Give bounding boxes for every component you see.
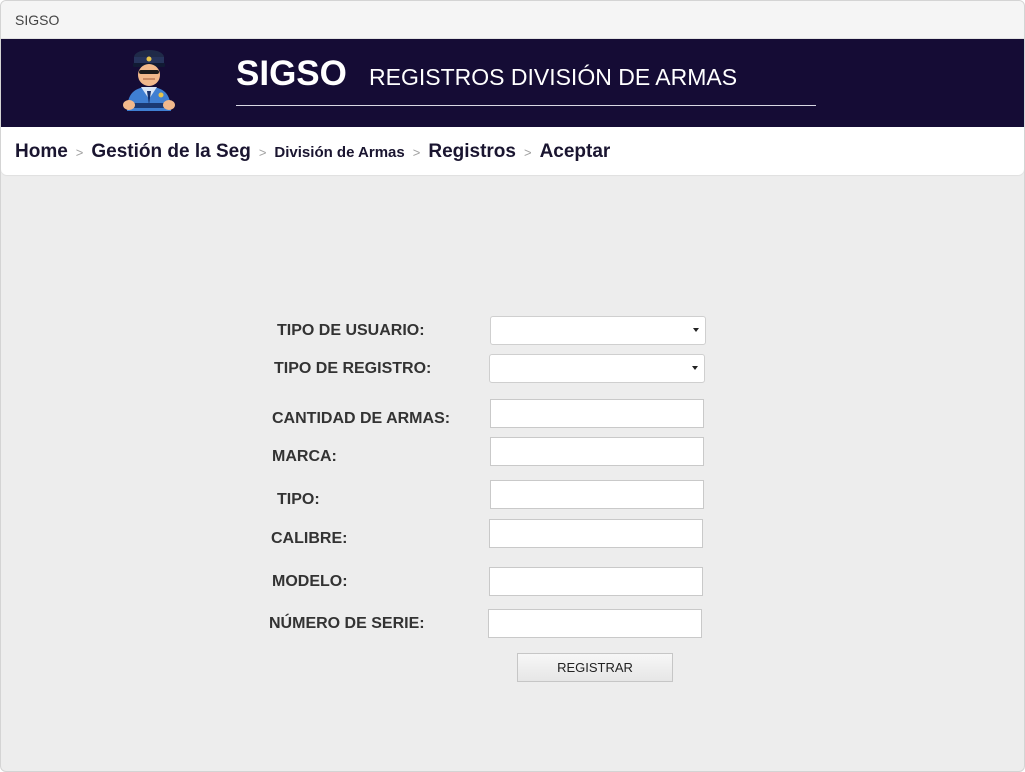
- page-subtitle: REGISTROS DIVISIÓN DE ARMAS: [369, 64, 738, 90]
- calibre-input[interactable]: [489, 519, 703, 548]
- breadcrumb-division-armas[interactable]: División de Armas: [274, 144, 404, 161]
- tipo-usuario-select[interactable]: [490, 316, 706, 345]
- chevron-down-icon: [693, 328, 699, 332]
- breadcrumb-gestion[interactable]: Gestión de la Seg: [91, 141, 250, 163]
- window-title: SIGSO: [15, 12, 60, 28]
- breadcrumb-home[interactable]: Home: [15, 141, 68, 163]
- registrar-button[interactable]: REGISTRAR: [517, 653, 673, 682]
- marca-label: MARCA:: [272, 448, 337, 465]
- breadcrumb-separator: >: [412, 145, 421, 160]
- modelo-input[interactable]: [489, 567, 703, 596]
- cantidad-armas-label: CANTIDAD DE ARMAS:: [272, 410, 451, 427]
- breadcrumb-bar: Home > Gestión de la Seg > División de A…: [1, 127, 1024, 175]
- tipo-input[interactable]: [490, 480, 704, 509]
- tipo-usuario-label: TIPO DE USUARIO:: [277, 322, 425, 339]
- calibre-label: CALIBRE:: [271, 530, 348, 547]
- brand-title: SIGSO: [236, 54, 347, 93]
- numero-serie-label: NÚMERO DE SERIE:: [269, 615, 425, 632]
- breadcrumb-separator: >: [523, 145, 532, 160]
- numero-serie-input[interactable]: [488, 609, 702, 638]
- breadcrumb-aceptar[interactable]: Aceptar: [540, 141, 611, 163]
- tipo-registro-label: TIPO DE REGISTRO:: [274, 360, 432, 377]
- police-officer-icon: [123, 50, 175, 111]
- window-titlebar: SIGSO: [1, 1, 1024, 39]
- header-banner: SIGSO REGISTROS DIVISIÓN DE ARMAS: [1, 39, 1024, 127]
- app-window: SIGSO SIGSO REGISTROS DIVISIÓN DE ARMAS: [0, 0, 1025, 772]
- breadcrumb-separator: >: [258, 145, 267, 160]
- header-divider: [236, 105, 816, 106]
- breadcrumb-registros[interactable]: Registros: [428, 141, 516, 163]
- breadcrumb: Home > Gestión de la Seg > División de A…: [15, 141, 610, 163]
- chevron-down-icon: [692, 366, 698, 370]
- cantidad-armas-input[interactable]: [490, 399, 704, 428]
- breadcrumb-separator: >: [75, 145, 84, 160]
- marca-input[interactable]: [490, 437, 704, 466]
- tipo-registro-select[interactable]: [489, 354, 705, 383]
- tipo-label: TIPO:: [277, 491, 320, 508]
- modelo-label: MODELO:: [272, 573, 348, 590]
